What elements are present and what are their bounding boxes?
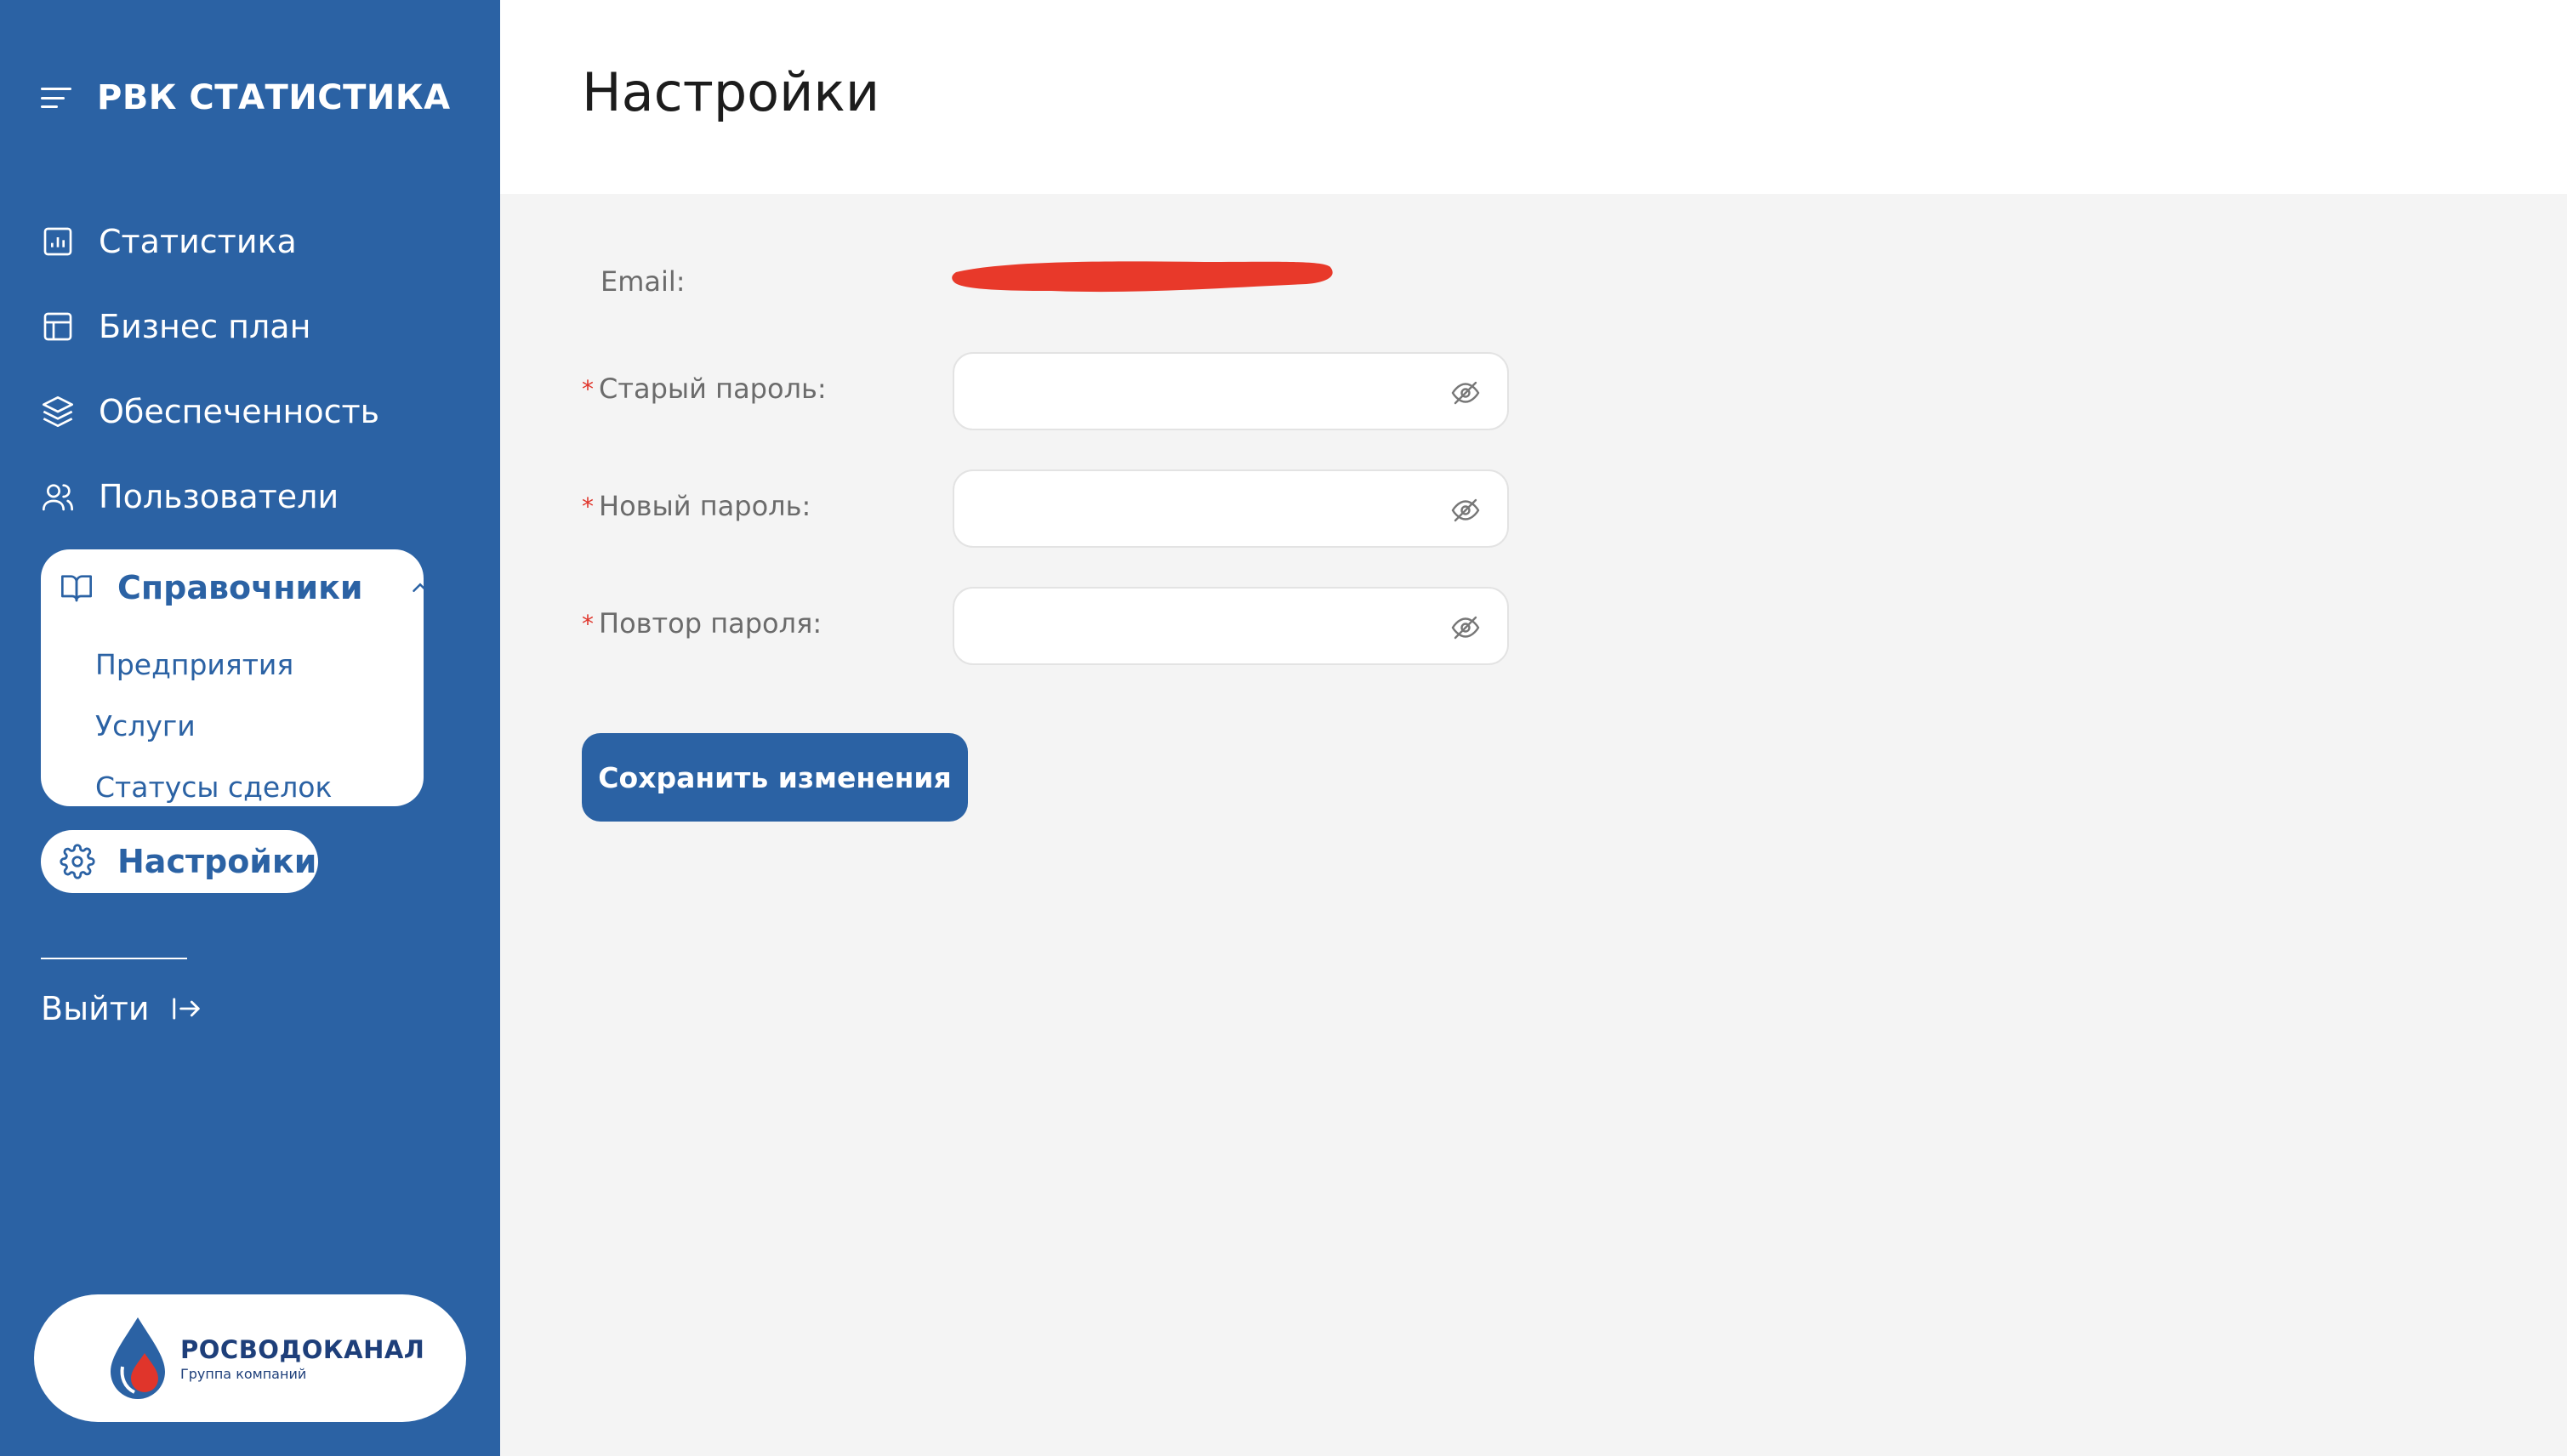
layout-icon <box>43 312 72 341</box>
sidebar-item-business-plan[interactable]: Бизнес план <box>41 301 310 352</box>
save-changes-button[interactable]: Сохранить изменения <box>582 733 968 822</box>
brand-title: РВК СТАТИСТИКА <box>97 78 451 117</box>
logo-subtitle: Группа компаний <box>180 1365 307 1382</box>
redacted-email-value <box>952 261 1333 293</box>
repeat-password-field[interactable] <box>953 587 1509 665</box>
repeat-password-label-text: Повтор пароля: <box>599 607 822 640</box>
sidebar-group-references: Справочники Предприятия Услуги Статусы с… <box>41 549 428 808</box>
sidebar-item-label: Пользователи <box>99 478 339 515</box>
new-password-label: * Новый пароль: <box>582 485 811 527</box>
book-open-icon <box>61 575 92 602</box>
sidebar-item-label: Статистика <box>99 223 297 260</box>
required-mark: * <box>582 609 594 638</box>
new-password-label-text: Новый пароль: <box>599 490 811 522</box>
new-password-field[interactable] <box>953 469 1509 548</box>
sidebar-item-provision[interactable]: Обеспеченность <box>41 386 379 437</box>
old-password-input[interactable] <box>975 366 1434 417</box>
page-title: Настройки <box>582 61 880 123</box>
logout-label: Выйти <box>41 990 150 1027</box>
sidebar-subitem-enterprises[interactable]: Предприятия <box>95 643 293 685</box>
bar-chart-icon <box>43 227 72 256</box>
email-label: Email: <box>600 265 686 298</box>
sidebar-item-settings[interactable]: Настройки <box>41 830 318 893</box>
logo-title: РОСВОДОКАНАЛ <box>180 1334 425 1364</box>
sidebar-item-label: Бизнес план <box>99 308 311 345</box>
repeat-password-label: * Повтор пароля: <box>582 602 822 645</box>
menu-icon[interactable] <box>41 85 73 111</box>
logo-text: РОСВОДОКАНАЛ Группа компаний <box>180 1335 424 1382</box>
water-drop-logo-icon <box>111 1317 165 1399</box>
app-root: РВК СТАТИСТИКА Статистика Бизнес план Об… <box>0 0 2567 1456</box>
sidebar-item-users[interactable]: Пользователи <box>41 471 339 522</box>
old-password-label: * Старый пароль: <box>582 367 827 410</box>
required-mark: * <box>582 492 594 520</box>
company-logo: РОСВОДОКАНАЛ Группа компаний <box>34 1294 466 1422</box>
sidebar-subitem-services[interactable]: Услуги <box>95 704 196 747</box>
sidebar-item-references[interactable]: Справочники <box>60 563 428 612</box>
eye-off-icon[interactable] <box>1449 495 1482 526</box>
eye-off-icon[interactable] <box>1449 612 1482 643</box>
logout-button[interactable]: Выйти <box>41 985 202 1032</box>
chevron-up-icon[interactable] <box>407 575 433 600</box>
old-password-field[interactable] <box>953 352 1509 430</box>
sidebar-subitem-deal-statuses[interactable]: Статусы сделок <box>95 765 332 808</box>
layers-icon <box>43 396 73 427</box>
sidebar-item-label: Справочники <box>117 569 363 606</box>
old-password-label-text: Старый пароль: <box>599 373 827 405</box>
sidebar-divider <box>41 958 187 959</box>
eye-off-icon[interactable] <box>1449 378 1482 408</box>
brand: РВК СТАТИСТИКА <box>41 77 451 119</box>
gear-icon <box>60 844 95 879</box>
logout-icon <box>172 998 200 1020</box>
new-password-input[interactable] <box>975 483 1434 534</box>
sidebar-item-label: Обеспеченность <box>99 393 380 430</box>
sidebar-item-label: Настройки <box>117 843 317 880</box>
users-icon <box>43 484 73 511</box>
sidebar: РВК СТАТИСТИКА Статистика Бизнес план Об… <box>0 0 500 1456</box>
page-header: Настройки <box>500 0 2567 194</box>
sidebar-item-statistics[interactable]: Статистика <box>41 216 297 267</box>
repeat-password-input[interactable] <box>975 600 1434 651</box>
required-mark: * <box>582 374 594 403</box>
